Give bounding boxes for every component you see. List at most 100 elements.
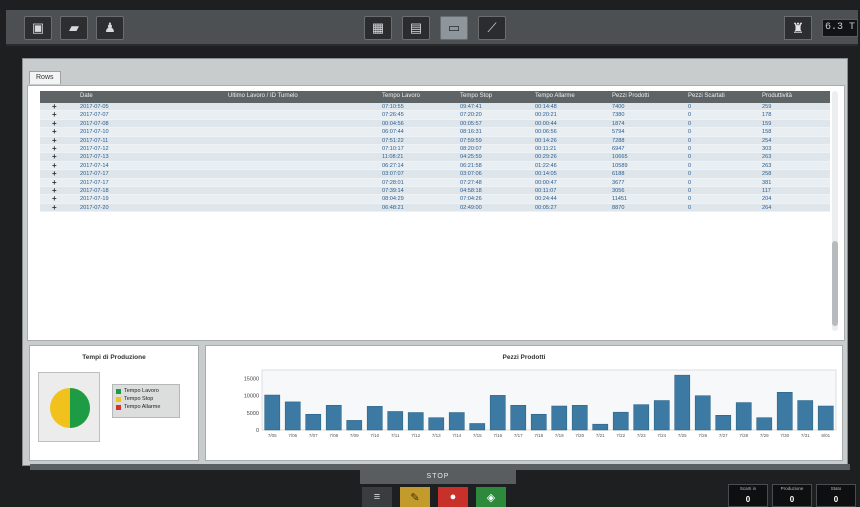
table-row[interactable]: +2017-07-13 11:08:21 04:25:59 00:29:26 10665… [40,153,830,162]
table-cell: 07:27:48 [460,179,482,186]
table-row[interactable]: +2017-07-12 07:10:17 08:20:07 00:11:21 6947 0… [40,144,830,154]
table-cell: 00:14:48 [535,104,557,110]
table-cell: 263 [762,162,772,169]
table-cell: 0 [688,187,692,194]
column-header-pieces[interactable]: Pezzi Prodotti [612,93,649,99]
y-tick-label: 15000 [244,377,259,383]
bar-chart: 15000 10000 5000 0 7/05 7/06 7/07 7/08 7/09 7/10 7… [244,369,837,438]
column-header-productivity[interactable]: Produttività [762,93,792,99]
table-row[interactable]: +2017-07-17 03:07:07 03:07:06 00:14:05 6188 0… [40,170,830,179]
table-row[interactable]: +2017-07-18 07:39:14 04:58:18 00:11:07 3056 0… [40,186,830,196]
x-tick-label: 7/12 [411,433,420,438]
x-tick-label: 7/18 [534,433,543,438]
table-row[interactable]: +2017-07-08 00:04:56 00:05:57 00:00:44 1874 0… [40,119,830,129]
expand-icon[interactable]: + [52,203,57,212]
table-row[interactable]: +2017-07-05 07:10:55 09:47:41 00:14:48 7400 0… [40,103,830,112]
table-cell: 11451 [612,196,628,203]
table-cell: 0 [688,179,692,186]
x-tick-label: 7/08 [329,433,338,438]
table-cell: 0 [688,129,692,136]
bar [592,423,609,431]
column-header-stop-time[interactable]: Tempo Stop [460,93,492,99]
table-row[interactable]: +2017-07-07 07:26:45 07:20:20 00:20:21 7380 0… [40,111,830,120]
table-row[interactable]: +2017-07-10 06:07:44 08:16:31 00:06:56 5794 0… [40,128,830,137]
table-cell: 01:22:46 [535,162,557,169]
stat-scrap: Scarti in 0 [728,484,768,507]
machine-icon[interactable]: ♜ [784,16,812,40]
bar [366,406,383,431]
user-icon[interactable]: ♟ [96,16,124,40]
table-header: Date Ultimo Lavoro / ID Turnelo Tempo La… [40,91,830,103]
table-cell: 00:04:56 [382,120,404,127]
table-cell: 07:26:45 [382,112,404,119]
table-cell: 06:48:21 [382,204,404,211]
x-tick-label: 7/14 [452,433,461,438]
bar [346,420,363,431]
list-icon[interactable]: ▤ [402,16,430,40]
table-cell: 04:25:59 [460,154,482,161]
x-tick-label: 7/29 [760,433,769,438]
table-cell: 07:20:20 [460,112,482,119]
table-cell: 00:14:05 [535,171,557,178]
table-cell: 07:28:01 [382,179,404,186]
expand-icon[interactable]: + [52,128,57,136]
table-cell: 0 [688,204,692,211]
bar [633,404,650,431]
table-cell: 2017-07-11 [80,137,109,144]
car-icon[interactable]: ▰ [60,16,88,40]
bar [551,405,568,431]
table-cell: 07:51:22 [382,137,404,144]
table-row[interactable]: +2017-07-19 08:04:29 07:04:26 00:24:44 11451… [40,195,830,204]
column-header-scrap[interactable]: Pezzi Scartati [688,93,725,99]
table-cell: 5794 [612,129,625,136]
x-tick-label: 7/15 [473,433,482,438]
status-badge: 6.3 T [822,19,858,37]
pencil-icon[interactable]: ✎ [400,487,430,507]
x-tick-label: 7/06 [288,433,297,438]
start-circle-icon[interactable]: ◈ [476,487,506,507]
table-row[interactable]: +2017-07-17 07:28:01 07:27:48 00:00:47 3677 0… [40,178,830,187]
table-cell: 07:39:14 [382,187,404,194]
stop-label[interactable]: STOP [360,470,516,484]
table-cell: 03:07:06 [460,171,482,178]
table-body: +2017-07-05 07:10:55 09:47:41 00:14:48 7400 0… [40,103,830,213]
table-cell: 264 [762,204,772,211]
table-row[interactable]: +2017-07-20 06:48:21 02:49:00 00:05:27 8870 0… [40,203,830,213]
wrench-icon[interactable]: ⟋ [478,16,506,40]
column-header-work-time[interactable]: Tempo Lavoro [382,93,420,99]
table-cell: 178 [762,112,772,119]
table-cell: 6947 [612,145,625,152]
expand-icon[interactable]: + [52,170,57,178]
tab-rows[interactable]: Rows [29,71,61,84]
table-cell: 258 [762,171,772,178]
legend-item: Tempo Lavoro [116,388,176,394]
bar [448,412,465,431]
table-cell: 158 [762,129,772,136]
bar [305,413,322,431]
table-cell: 303 [762,145,772,152]
table-cell: 00:05:57 [460,120,482,127]
scrollbar-thumb[interactable] [832,241,838,326]
table-cell: 04:58:18 [460,187,482,194]
monitor-icon[interactable]: ▣ [24,16,52,40]
vertical-scrollbar[interactable] [832,91,838,331]
table-row[interactable]: +2017-07-11 07:51:22 07:59:59 00:14:26 7288 0… [40,136,830,145]
list-icon[interactable]: ≡ [362,487,392,507]
x-tick-label: 7/19 [555,433,564,438]
column-header-alarm-time[interactable]: Tempo Allarme [535,93,575,99]
table-cell: 2017-07-17 [80,171,109,178]
stat-value: 0 [833,495,839,504]
x-tick-label: 7/28 [739,433,748,438]
grid-icon[interactable]: ▦ [364,16,392,40]
table-cell: 8870 [612,204,625,211]
stop-circle-icon[interactable]: ● [438,487,468,507]
table-cell: 00:11:07 [535,187,557,194]
card-icon[interactable]: ▭ [440,16,468,40]
table-cell: 0 [688,104,692,110]
stat-value: 0 [789,495,795,504]
pie-slice-work [70,388,90,428]
pieces-chart-card: Pezzi Prodotti 15000 10000 5000 0 7/05 7/06 7/… [205,345,843,461]
column-header-date[interactable]: Date [80,93,93,99]
column-header-last-job[interactable]: Ultimo Lavoro / ID Turnelo [228,93,298,99]
table-row[interactable]: +2017-07-14 06:27:14 06:21:58 01:22:46 10589… [40,161,830,171]
